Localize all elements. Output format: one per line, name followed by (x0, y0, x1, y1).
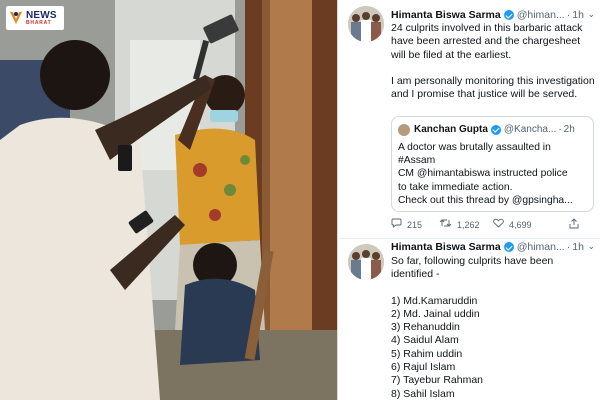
logo-mark-icon (9, 10, 23, 26)
quote-line: to take immediate action. (398, 181, 513, 193)
share-button[interactable] (569, 218, 584, 232)
quote-avatar (398, 124, 410, 136)
retweet-icon (439, 218, 452, 231)
list-item: 5) Rahim uddin (391, 347, 463, 360)
tweet-actions: 215 1,262 4,699 (391, 218, 591, 230)
separator-dot: · (566, 9, 571, 21)
like-button[interactable]: 4,699 (493, 218, 532, 231)
author-name[interactable]: Himanta Biswa Sarma (391, 241, 501, 253)
logo-line1: NEWS (26, 9, 57, 21)
logo-line2: BHARAT (26, 19, 52, 26)
author-handle[interactable]: @himan... (517, 9, 565, 21)
reply-count: 215 (407, 219, 423, 230)
list-item: 2) Md. Jainal uddin (391, 307, 480, 320)
quote-text: A doctor was brutally assaulted in #Assa… (398, 141, 590, 207)
avatar[interactable] (348, 244, 384, 280)
list-item: 3) Rehanuddin (391, 321, 460, 334)
like-icon (493, 218, 504, 231)
list-item: 7) Tayebur Rahman (391, 374, 484, 387)
retweet-button[interactable]: 1,262 (439, 218, 480, 231)
quote-author-name: Kanchan Gupta (414, 124, 488, 135)
author-handle[interactable]: @himan... (517, 241, 565, 253)
avatar[interactable] (348, 6, 384, 42)
verified-icon (503, 10, 514, 20)
like-count: 4,699 (509, 219, 532, 230)
quote-line: Check out this thread by @gpsingha... (398, 194, 573, 206)
list-item: 4) Saidul Alam (391, 334, 459, 347)
tweet-time[interactable]: 1h (572, 9, 584, 21)
quote-time: 2h (563, 124, 575, 135)
list-item: 1) Md.Kamaruddin (391, 294, 478, 307)
tweet-1[interactable]: Himanta Biswa Sarma @himan... · 1h ⌄ 24 … (338, 0, 600, 238)
tweet-time[interactable]: 1h (572, 241, 584, 253)
list-item: 8) Sahil Islam (391, 387, 455, 400)
tweet-paragraph: I am personally monitoring this investig… (391, 74, 595, 101)
tweet-paragraph: 24 culprits involved in this barbaric at… (391, 22, 583, 61)
list-item: 6) Rajul Islam (391, 361, 456, 374)
more-options-icon[interactable]: ⌄ (587, 241, 595, 252)
culprit-list: 1) Md.Kamaruddin 2) Md. Jainal uddin 3) … (391, 295, 596, 400)
tweet-intro: So far, following culprits have been ide… (391, 255, 554, 281)
reply-button[interactable]: 215 (391, 218, 422, 231)
quote-line: #Assam (398, 155, 436, 167)
quote-line: CM @himantabiswa instructed police (398, 168, 568, 180)
verified-icon (490, 124, 501, 135)
separator-dot: · (558, 124, 562, 135)
share-icon (569, 218, 579, 232)
separator-dot: · (566, 241, 571, 253)
verified-icon (503, 242, 514, 252)
tweet-2[interactable]: Himanta Biswa Sarma @himan... · 1h ⌄ So … (338, 239, 600, 400)
news-photo: NEWS BHARAT (0, 0, 337, 400)
news-bharat-logo: NEWS BHARAT (6, 6, 64, 30)
quote-line: A doctor was brutally assaulted in (398, 142, 551, 153)
more-options-icon[interactable]: ⌄ (587, 9, 595, 20)
retweet-count: 1,262 (457, 219, 480, 230)
reply-icon (391, 218, 402, 231)
author-name[interactable]: Himanta Biswa Sarma (391, 9, 501, 21)
quoted-tweet[interactable]: Kanchan Gupta @Kancha... · 2h A doctor w… (391, 116, 594, 212)
quote-author-handle: @Kancha... (503, 124, 557, 135)
tweet-panel: Himanta Biswa Sarma @himan... · 1h ⌄ 24 … (337, 0, 600, 400)
